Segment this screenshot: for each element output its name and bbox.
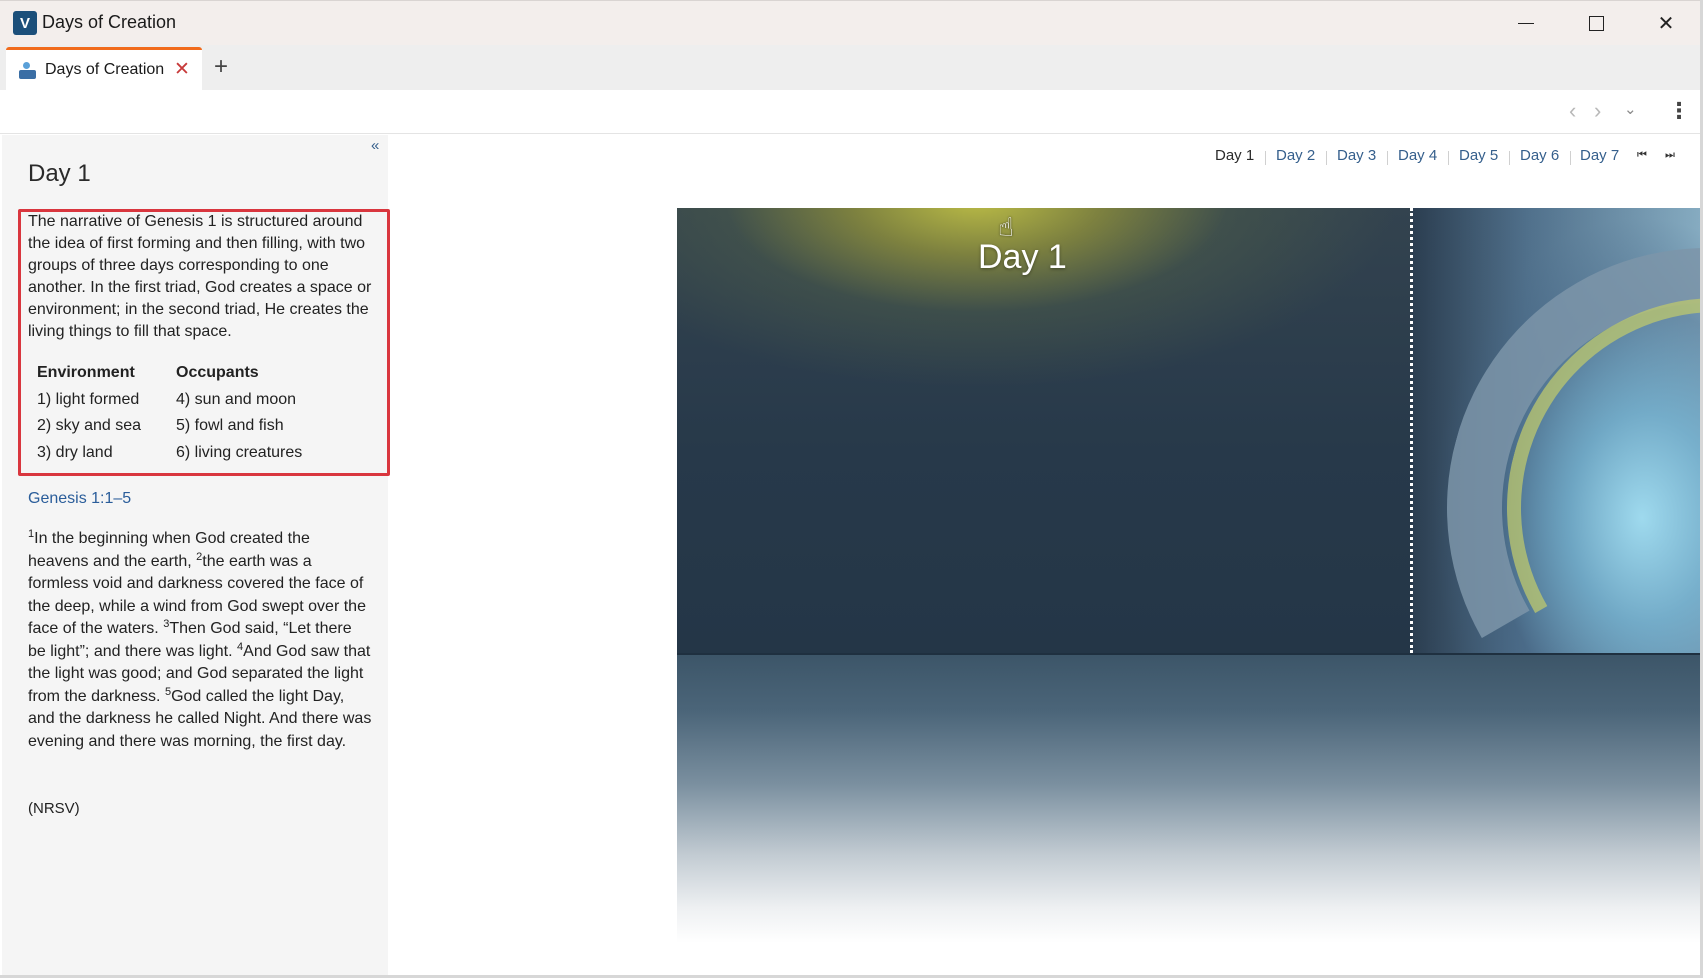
nav-separator (1265, 151, 1266, 165)
close-window-button[interactable]: ✕ (1643, 7, 1689, 39)
scripture-text: 1In the beginning when God created the h… (28, 528, 373, 753)
occupants-item: 6) living creatures (176, 443, 303, 461)
more-vertical-icon[interactable]: ⋮ (1668, 98, 1690, 124)
skip-first-icon[interactable]: ⏮ (1637, 149, 1647, 162)
panel-divider (1410, 208, 1415, 653)
tab-days-of-creation[interactable]: Days of Creation ✕ (6, 47, 202, 90)
minimize-button[interactable] (1503, 7, 1549, 39)
hand-cursor-icon: ☝ (998, 212, 1014, 242)
day-nav-5[interactable]: Day 5 (1459, 147, 1498, 164)
close-icon: ✕ (1657, 12, 1675, 35)
maximize-button[interactable] (1573, 7, 1619, 39)
passage-link[interactable]: Genesis 1:1–5 (28, 490, 131, 508)
occupants-item: 4) sun and moon (176, 390, 297, 408)
day-nav-3[interactable]: Day 3 (1337, 147, 1376, 164)
occupants-column: Occupants 4) sun and moon 5) fowl and fi… (176, 360, 302, 466)
day-heading: Day 1 (28, 160, 91, 187)
nav-separator (1326, 151, 1327, 165)
chevron-right-icon[interactable]: › (1594, 98, 1601, 124)
environment-column: Environment 1) light formed 2) sky and s… (37, 360, 141, 466)
app-logo-icon: V (13, 11, 37, 35)
collapse-panel-button[interactable]: « (371, 137, 379, 154)
environment-item: 1) light formed (37, 390, 140, 408)
environment-item: 2) sky and sea (37, 417, 142, 434)
day-nav-7[interactable]: Day 7 (1580, 147, 1619, 164)
day-nav-6[interactable]: Day 6 (1520, 147, 1559, 164)
toolbar: ‹ › ⌄ ⋮ (0, 90, 1703, 134)
environment-header: Environment (37, 364, 135, 381)
tab-label: Days of Creation (45, 61, 165, 78)
occupants-header: Occupants (176, 364, 259, 381)
occupants-item: 5) fowl and fish (176, 417, 284, 434)
skip-last-icon[interactable]: ⏭ (1665, 149, 1675, 162)
maximize-icon (1588, 15, 1604, 31)
sea-surface (677, 653, 1700, 943)
bible-version: (NRSV) (28, 800, 80, 817)
window-titlebar: V Days of Creation ✕ (0, 0, 1703, 45)
chevron-down-icon[interactable]: ⌄ (1624, 100, 1637, 118)
minimize-icon (1518, 22, 1534, 24)
day-nav-1[interactable]: Day 1 (1215, 147, 1254, 164)
new-tab-button[interactable]: + (214, 53, 228, 81)
nav-separator (1448, 151, 1449, 165)
horizon-line (677, 653, 1700, 655)
creation-illustration (677, 208, 1700, 943)
illustration-title: Day 1 (978, 238, 1067, 276)
tab-strip: Days of Creation ✕ + (0, 45, 1703, 90)
nav-separator (1570, 151, 1571, 165)
nav-separator (1387, 151, 1388, 165)
day-nav-2[interactable]: Day 2 (1276, 147, 1315, 164)
day-nav-4[interactable]: Day 4 (1398, 147, 1437, 164)
environment-item: 3) dry land (37, 443, 113, 461)
close-tab-icon[interactable]: ✕ (174, 58, 190, 81)
window-title: Days of Creation (42, 12, 177, 32)
intro-paragraph: The narrative of Genesis 1 is structured… (28, 213, 372, 340)
chevron-left-icon[interactable]: ‹ (1569, 98, 1576, 124)
nav-separator (1509, 151, 1510, 165)
media-icon (19, 62, 36, 79)
